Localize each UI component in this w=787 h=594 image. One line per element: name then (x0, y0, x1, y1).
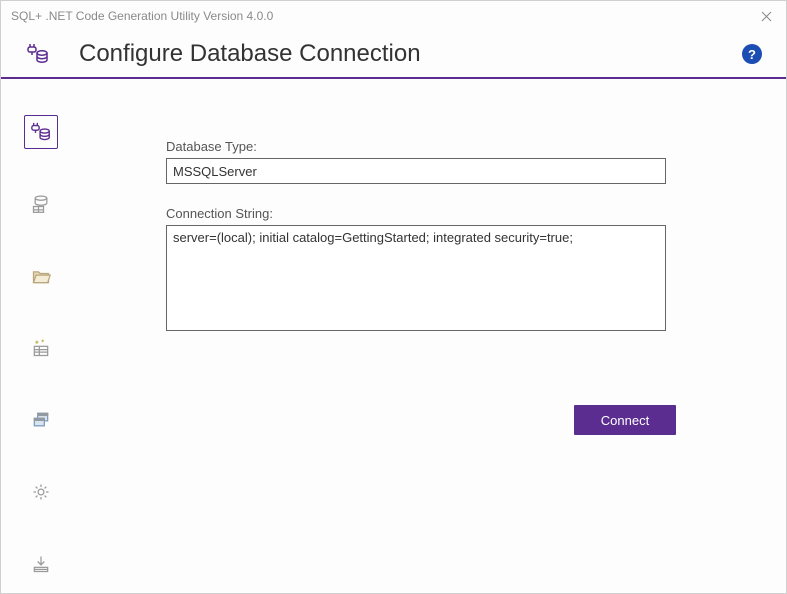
sidebar-item-connection[interactable] (24, 115, 58, 149)
gear-icon (31, 482, 51, 502)
connection-string-input[interactable] (166, 225, 666, 331)
help-icon: ? (748, 47, 756, 62)
connection-string-group: Connection String: (166, 206, 676, 336)
sidebar-item-windows[interactable] (24, 403, 58, 437)
download-tray-icon (31, 554, 51, 574)
sidebar-item-settings[interactable] (24, 475, 58, 509)
connect-button[interactable]: Connect (574, 405, 676, 435)
connection-string-label: Connection String: (166, 206, 676, 221)
window-title: SQL+ .NET Code Generation Utility Versio… (11, 9, 756, 23)
database-type-label: Database Type: (166, 139, 676, 154)
content-area: Database Type: Connection String: Connec… (1, 79, 786, 593)
title-bar: SQL+ .NET Code Generation Utility Versio… (1, 1, 786, 31)
plug-database-icon (25, 41, 51, 67)
app-window: SQL+ .NET Code Generation Utility Versio… (0, 0, 787, 594)
plug-database-icon (30, 121, 52, 143)
page-header: Configure Database Connection ? (1, 31, 786, 79)
close-icon (761, 11, 772, 22)
sidebar-item-export[interactable] (24, 547, 58, 581)
close-button[interactable] (756, 6, 776, 26)
folder-open-icon (31, 266, 51, 286)
database-type-group: Database Type: (166, 139, 676, 184)
cascade-windows-icon (31, 410, 51, 430)
sidebar-item-list[interactable] (24, 331, 58, 365)
help-button[interactable]: ? (742, 44, 762, 64)
page-title: Configure Database Connection (79, 40, 742, 68)
database-type-input[interactable] (166, 158, 666, 184)
sidebar-item-schema[interactable] (24, 187, 58, 221)
database-grid-icon (31, 194, 51, 214)
sidebar-item-open[interactable] (24, 259, 58, 293)
sidebar (1, 79, 81, 593)
main-panel: Database Type: Connection String: Connec… (81, 79, 786, 593)
list-sparkle-icon (31, 338, 51, 358)
